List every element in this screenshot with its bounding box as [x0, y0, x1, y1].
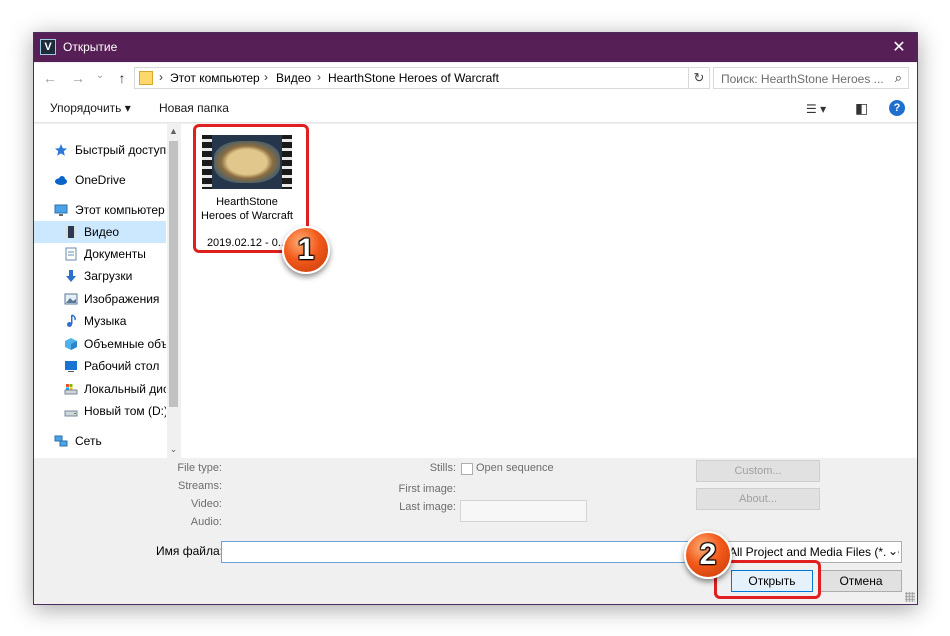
command-bar: Упорядочить ▾ Новая папка ☰ ▾ ◧ ?: [34, 93, 917, 123]
nav-item-new-volume[interactable]: Новый том (D:): [34, 400, 166, 422]
breadcrumb-separator[interactable]: ›: [159, 70, 163, 84]
view-menu-icon[interactable]: ☰ ▾: [806, 102, 826, 116]
up-arrow-icon[interactable]: ↑: [114, 70, 130, 86]
back-arrow-icon[interactable]: ←: [42, 70, 58, 86]
open-dialog: V Открытие ✕ ← → ⌄ ↑ › Этот компьютер › …: [33, 32, 918, 605]
nav-item-label: Объемные объ: [84, 337, 166, 351]
preview-pane-icon[interactable]: ◧: [855, 100, 868, 117]
nav-item-label: Загрузки: [84, 269, 133, 283]
title-bar[interactable]: V Открытие ✕: [34, 33, 917, 62]
drive-icon: [64, 410, 78, 417]
nav-item-label: OneDrive: [75, 173, 126, 187]
nav-item-this-pc[interactable]: Этот компьютер: [34, 199, 166, 221]
star-icon: [55, 144, 67, 156]
filename-label: Имя файла:: [156, 544, 223, 558]
nav-item-label: Видео: [84, 225, 120, 239]
scrollbar-thumb[interactable]: [169, 141, 178, 407]
nav-item-video[interactable]: Видео: [34, 221, 166, 243]
nav-item-network[interactable]: Сеть: [34, 430, 166, 452]
search-input[interactable]: Поиск: HearthStone Heroes ... ⌕: [713, 67, 909, 89]
open-sequence-label: Open sequence: [476, 462, 554, 474]
nav-item-label: Изображения: [84, 292, 160, 306]
nav-item-label: Музыка: [84, 314, 127, 328]
nav-item-downloads[interactable]: Загрузки: [34, 265, 166, 287]
chevron-down-icon[interactable]: ⌄: [885, 544, 898, 558]
filename-input[interactable]: [221, 541, 721, 563]
nav-item-local-disk[interactable]: Локальный дис: [34, 378, 166, 400]
last-image-label: Last image:: [399, 501, 456, 513]
audio-label: Audio:: [190, 516, 222, 528]
first-image-label: First image:: [398, 483, 456, 495]
search-icon[interactable]: ⌕: [895, 70, 902, 86]
scroll-down-icon[interactable]: ⌄: [167, 442, 180, 456]
custom-button[interactable]: Custom...: [696, 460, 820, 482]
breadcrumb-video[interactable]: Видео: [276, 71, 311, 85]
last-image-input[interactable]: [460, 500, 587, 522]
nav-item-music[interactable]: Музыка: [34, 310, 166, 332]
stills-label: Stills:: [429, 462, 456, 474]
new-folder-button[interactable]: Новая папка: [159, 101, 229, 115]
folder-icon: [139, 71, 153, 85]
address-row: ← → ⌄ ↑ › Этот компьютер › Видео › Heart…: [34, 63, 917, 93]
step-1-callout: 1: [282, 226, 330, 274]
breadcrumb-separator[interactable]: ›: [317, 70, 321, 84]
nav-item-label: Локальный дис: [84, 382, 166, 396]
open-button-highlight-box: [714, 560, 821, 599]
nav-item-label: Быстрый доступ: [75, 143, 166, 157]
breadcrumb-current-folder[interactable]: HearthStone Heroes of Warcraft: [328, 71, 499, 85]
window-title: Открытие: [63, 40, 118, 54]
streams-label: Streams:: [177, 480, 222, 492]
close-icon[interactable]: ✕: [881, 33, 917, 62]
nav-item-label: Рабочий стол: [84, 359, 160, 373]
cancel-button[interactable]: Отмена: [820, 570, 902, 592]
help-icon[interactable]: ?: [889, 100, 905, 116]
navigation-pane: Быстрый доступ OneDrive Этот компьютер В…: [34, 124, 180, 458]
recent-locations-icon[interactable]: ⌄: [92, 70, 108, 81]
scroll-up-icon[interactable]: ▲: [167, 124, 180, 138]
documents-icon: [65, 247, 77, 261]
address-bar[interactable]: › Этот компьютер › Видео › HearthStone H…: [134, 67, 707, 89]
forward-arrow-icon[interactable]: →: [70, 70, 86, 86]
nav-item-documents[interactable]: Документы: [34, 243, 166, 265]
nav-item-onedrive[interactable]: OneDrive: [34, 169, 166, 191]
pictures-icon: [64, 293, 78, 305]
cloud-icon: [55, 176, 67, 185]
music-icon: [67, 314, 76, 327]
refresh-icon[interactable]: ↻: [688, 67, 710, 89]
local-disk-icon: [64, 384, 78, 395]
video-folder-icon: [66, 226, 76, 238]
open-sequence-checkbox[interactable]: [461, 463, 473, 475]
step-2-callout: 2: [684, 531, 732, 579]
nav-item-label: Этот компьютер: [75, 203, 165, 217]
breadcrumb-separator[interactable]: ›: [264, 70, 268, 84]
nav-item-quick-access[interactable]: Быстрый доступ: [34, 139, 166, 161]
nav-item-label: Сеть: [75, 434, 102, 448]
nav-item-3d-objects[interactable]: Объемные объ: [34, 333, 166, 355]
filter-value: All Project and Media Files (*.ve: [729, 545, 900, 559]
downloads-icon: [66, 270, 76, 282]
nav-item-pictures[interactable]: Изображения: [34, 288, 166, 310]
resize-grip[interactable]: [905, 592, 915, 602]
computer-icon: [54, 204, 68, 216]
file-type-label: File type:: [177, 462, 222, 474]
organize-button[interactable]: Упорядочить ▾: [50, 101, 131, 115]
nav-item-desktop[interactable]: Рабочий стол: [34, 355, 166, 377]
nav-scrollbar[interactable]: ▲ ⌄: [167, 124, 180, 458]
search-placeholder: Поиск: HearthStone Heroes ...: [721, 72, 884, 86]
breadcrumb-this-pc[interactable]: Этот компьютер: [170, 71, 260, 85]
video-label: Video:: [191, 498, 222, 510]
vegas-app-icon: V: [40, 39, 56, 55]
nav-item-label: Документы: [84, 247, 146, 261]
network-icon: [54, 435, 68, 447]
3d-objects-icon: [65, 338, 77, 350]
about-button[interactable]: About...: [696, 488, 820, 510]
desktop-icon: [65, 361, 77, 372]
nav-item-label: Новый том (D:): [84, 404, 166, 418]
